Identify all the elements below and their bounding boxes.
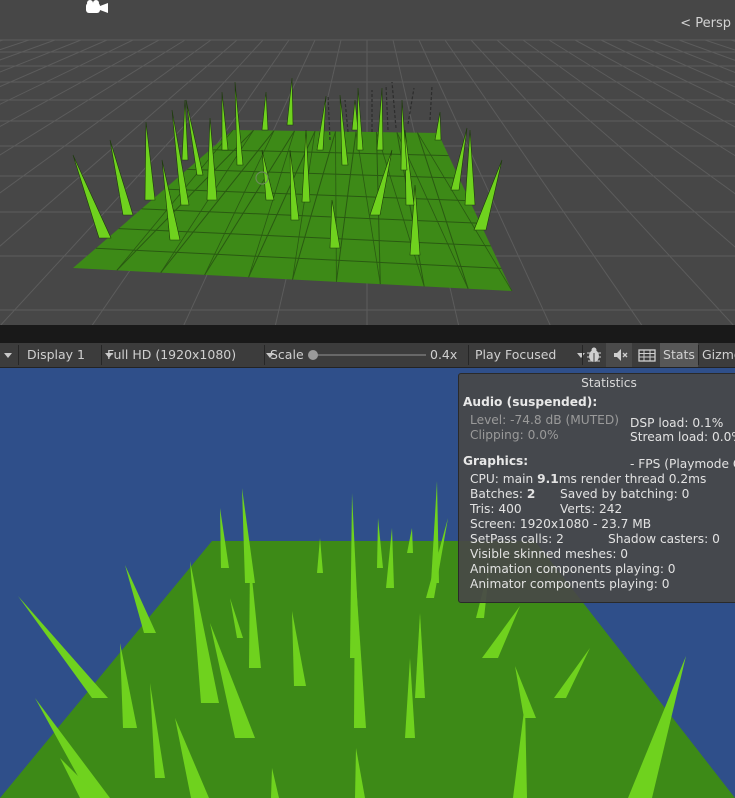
grid-line [574,39,735,128]
grid-line [522,39,735,195]
game-toolbar: Display 1 Full HD (1920x1080) Scale 0.4x… [0,343,735,368]
divider [468,345,469,365]
projection-label: Persp [695,16,731,31]
grass-blade [220,508,229,568]
screen-readout: Screen: 1920x1080 - 23.7 MB [470,517,652,531]
grid-line [0,39,4,42]
divider [101,345,102,365]
view-splitter[interactable] [0,325,735,343]
scale-slider-thumb[interactable] [308,350,318,360]
grid-line [470,39,734,325]
graphics-header: Graphics: [463,454,529,468]
resolution-dropdown[interactable]: Full HD (1920x1080) [107,343,275,367]
divider [18,345,19,365]
scene-view[interactable]: < Persp [0,0,735,325]
display-label: Display 1 [27,347,86,362]
audio-level: Level: -74.8 dB (MUTED) [470,413,620,427]
scale-value: 0.4x [430,347,458,362]
grass-blade [376,87,384,151]
stats-toggle[interactable]: Stats [660,343,698,367]
grass-blade [450,127,468,191]
verts-readout: Verts: 242 [560,502,623,516]
chevron-down-icon [4,353,12,358]
skinned-meshes-readout: Visible skinned meshes: 0 [470,547,629,561]
grass-blade [407,528,413,553]
cpu-main-value: 9.1 [537,472,559,486]
grass-blade [286,77,294,126]
grass-blade [473,159,503,231]
batches-value: 2 [526,487,536,501]
audio-clipping: Clipping: 0.0% [470,428,559,442]
shadow-casters-readout: Shadow casters: 0 [608,532,720,546]
audio-header: Audio (suspended): [463,395,598,409]
grid-line [0,39,186,156]
tris-readout: Tris: 400 [470,502,522,516]
grid-line [0,39,160,127]
saved-by-batching: Saved by batching: 0 [560,487,690,501]
scene-canvas[interactable] [0,0,735,325]
stats-title: Statistics [581,376,637,390]
scale-label: Scale [270,347,304,362]
grass-blade [464,129,476,206]
cpu-prefix: CPU: main [470,472,538,486]
divider [582,345,583,365]
grass-blade [261,91,269,131]
fps-readout: - FPS (Playmode Off) [630,457,735,471]
grid-line [0,39,108,88]
grid-line [496,39,735,248]
grass-blade [356,87,364,151]
dsp-load: DSP load: 0.1% [630,416,724,430]
grass-blade [144,121,156,201]
scale-slider[interactable] [308,343,426,367]
view-dropdown[interactable] [4,343,12,367]
grid-line [730,39,735,42]
cpu-readout: CPU: main 9.1ms render thread 0.2ms [470,472,706,486]
grid-line [678,39,735,61]
setpass-readout: SetPass calls: 2 [470,532,564,546]
mute-audio-button[interactable] [606,343,632,367]
resolution-label: Full HD (1920x1080) [107,347,237,362]
wire-strand [385,84,389,131]
batches-label: Batches: [470,487,527,501]
grass-blade [109,139,134,216]
wire-strand [344,99,349,133]
frame-debugger-button[interactable] [586,343,602,367]
aspect-toggle-button[interactable] [634,343,660,367]
play-mode-dropdown[interactable]: Play Focused [475,343,586,367]
persp-arrow-icon: < [680,16,692,31]
wire-strand [429,85,433,121]
grass-blade [434,111,442,141]
divider [698,345,699,365]
aspect-grid-icon [638,349,656,362]
statistics-panel: Statistics Audio (suspended): Level: -74… [458,373,735,603]
cpu-suffix: ms render thread 0.2ms [558,472,707,486]
play-mode-label: Play Focused [475,347,557,362]
divider [264,345,265,365]
grid-line [548,39,735,157]
gizmos-dropdown[interactable]: Gizmos [702,343,735,367]
projection-toggle[interactable]: < Persp [680,16,731,31]
audio-mute-icon [614,349,628,361]
grass-blade [18,596,108,698]
batches-readout: Batches: 2 [470,487,535,501]
bug-icon [587,347,601,362]
grid-line [0,39,134,105]
stream-load: Stream load: 0.0% [630,430,735,444]
grid-line [600,39,735,106]
animator-components-readout: Animator components playing: 0 [470,577,670,591]
scale-slider-track [312,354,426,356]
animation-components-readout: Animation components playing: 0 [470,562,676,576]
